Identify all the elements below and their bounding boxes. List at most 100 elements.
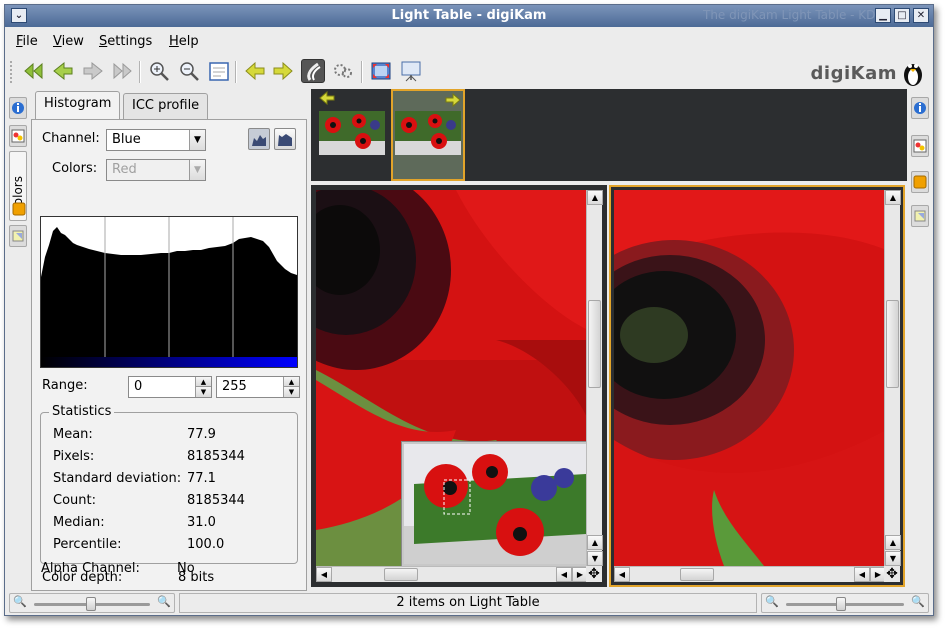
scroll-left-icon[interactable]: ◀ [316, 567, 332, 582]
menu-file[interactable]: File [16, 34, 38, 49]
left-preview-image[interactable] [316, 190, 588, 566]
spin-down-icon[interactable]: ▼ [283, 387, 299, 397]
spin-up-icon[interactable]: ▲ [195, 377, 211, 387]
histogram-graph[interactable] [40, 216, 298, 368]
arrow-right-icon [445, 93, 461, 107]
stat-value-std-dev: 77.1 [187, 471, 216, 486]
right-panel-image-icon[interactable] [271, 59, 295, 83]
metadata-tab-icon[interactable] [911, 135, 929, 157]
linear-scale-button[interactable] [248, 128, 270, 150]
left-panel-image-icon[interactable] [243, 59, 267, 83]
hscroll-thumb[interactable] [384, 568, 418, 581]
right-preview-panel[interactable]: ▲ ▲ ▼ ◀ ◀ ▶ ✥ [609, 185, 905, 587]
thumbnail-item[interactable] [315, 89, 389, 181]
sync-preview-icon[interactable] [301, 59, 325, 83]
penguin-icon [899, 57, 927, 87]
pan-icon[interactable]: ✥ [884, 566, 900, 582]
colors-tab[interactable]: Colors [9, 151, 27, 221]
maximize-button[interactable]: □ [894, 8, 910, 23]
metadata-tab-icon[interactable] [9, 125, 27, 147]
right-preview-image[interactable] [614, 190, 886, 566]
status-bar: 🔍 🔍 2 items on Light Table 🔍 🔍 [5, 591, 933, 615]
spin-up-icon[interactable]: ▲ [283, 377, 299, 387]
zoom-in-icon[interactable]: 🔍 [157, 595, 171, 608]
range-max-spinbox[interactable]: 255 ▲ ▼ [216, 376, 300, 398]
scroll-left-icon[interactable]: ◀ [556, 567, 572, 582]
range-min-spinbox[interactable]: 0 ▲ ▼ [128, 376, 212, 398]
thumbnail-item-selected[interactable] [391, 89, 465, 181]
pan-icon[interactable]: ✥ [586, 566, 602, 582]
chevron-down-icon: ▼ [189, 130, 205, 150]
scroll-left-icon[interactable]: ◀ [614, 567, 630, 582]
zoom-in-icon[interactable] [147, 59, 171, 83]
zoom-slider-knob[interactable] [836, 597, 846, 611]
toolbar-separator [361, 61, 363, 83]
zoom-out-icon[interactable]: 🔍 [765, 595, 779, 608]
title-bar[interactable]: ⌄ Light Table - digiKam The digiKam Ligh… [5, 5, 933, 27]
toolbar-separator [235, 61, 237, 83]
tab-icc-profile[interactable]: ICC profile [123, 93, 209, 119]
fit-to-window-icon[interactable] [207, 59, 231, 83]
left-zoom-slider[interactable]: 🔍 🔍 [9, 593, 175, 613]
colors-select[interactable]: Red ▼ [106, 159, 206, 181]
right-sidebar-tabs [909, 93, 931, 593]
channel-select-value: Blue [112, 132, 141, 147]
spin-down-icon[interactable]: ▼ [195, 387, 211, 397]
left-preview-hscrollbar[interactable]: ◀ ◀ ▶ [316, 566, 588, 582]
full-screen-icon[interactable] [369, 59, 393, 83]
stat-label-pixels: Pixels: [53, 449, 95, 464]
right-zoom-slider[interactable]: 🔍 🔍 [761, 593, 929, 613]
slideshow-icon[interactable] [399, 59, 423, 83]
zoom-out-icon[interactable]: 🔍 [13, 595, 27, 608]
first-image-icon[interactable] [21, 59, 45, 83]
scroll-left-icon[interactable]: ◀ [854, 567, 870, 582]
stat-value-count: 8185344 [187, 493, 245, 508]
left-sidebar-tabs: Colors [7, 93, 29, 593]
navigation-window[interactable] [402, 442, 588, 566]
chevron-down-icon: ▼ [189, 160, 205, 180]
light-table-window: ⌄ Light Table - digiKam The digiKam Ligh… [4, 4, 934, 616]
status-message: 2 items on Light Table [179, 593, 757, 613]
hscroll-thumb[interactable] [680, 568, 714, 581]
range-max-value: 255 [222, 379, 247, 394]
zoom-out-icon[interactable] [177, 59, 201, 83]
zoom-in-icon[interactable]: 🔍 [911, 595, 925, 608]
previous-image-icon[interactable] [51, 59, 75, 83]
properties-tab-icon[interactable] [9, 97, 27, 119]
scroll-up-icon[interactable]: ▲ [885, 535, 901, 550]
tags-tab-icon[interactable] [9, 225, 27, 247]
tags-tab-icon[interactable] [911, 205, 929, 227]
right-preview-hscrollbar[interactable]: ◀ ◀ ▶ [614, 566, 886, 582]
tab-histogram[interactable]: Histogram [35, 91, 121, 121]
left-preview-vscrollbar[interactable]: ▲ ▲ ▼ [586, 190, 603, 566]
zoom-slider-knob[interactable] [86, 597, 96, 611]
vscroll-thumb[interactable] [886, 300, 899, 388]
toolbar-handle[interactable] [10, 61, 12, 83]
menu-view[interactable]: View [53, 34, 84, 49]
window-title-ghost: The digiKam Light Table - KDE [703, 8, 883, 22]
log-scale-button[interactable] [274, 128, 296, 150]
last-image-icon[interactable] [111, 59, 135, 83]
thumbnail-image [319, 111, 385, 155]
left-preview-panel[interactable]: ▲ ▲ ▼ ◀ ◀ ▶ ✥ [311, 185, 607, 587]
properties-tab-icon[interactable] [911, 97, 929, 119]
colors-tab-icon[interactable] [911, 171, 929, 193]
stat-value-median: 31.0 [187, 515, 216, 530]
minimize-button[interactable]: ▁ [875, 8, 891, 23]
scroll-up-icon[interactable]: ▲ [587, 535, 603, 550]
next-image-icon[interactable] [81, 59, 105, 83]
thumbnail-image [395, 111, 461, 155]
menu-settings[interactable]: Settings [99, 34, 152, 49]
vscroll-thumb[interactable] [588, 300, 601, 388]
navigate-by-pair-icon[interactable] [331, 59, 355, 83]
scroll-up-icon[interactable]: ▲ [885, 190, 901, 205]
close-button[interactable]: ✕ [913, 8, 929, 23]
right-preview-vscrollbar[interactable]: ▲ ▲ ▼ [884, 190, 901, 566]
scroll-up-icon[interactable]: ▲ [587, 190, 603, 205]
scroll-down-icon[interactable]: ▼ [587, 551, 603, 566]
stat-label-std-dev: Standard deviation: [53, 471, 182, 486]
main-toolbar: digiKam [5, 53, 933, 89]
channel-select[interactable]: Blue ▼ [106, 129, 206, 151]
scroll-down-icon[interactable]: ▼ [885, 551, 901, 566]
menu-help[interactable]: Help [169, 34, 199, 49]
